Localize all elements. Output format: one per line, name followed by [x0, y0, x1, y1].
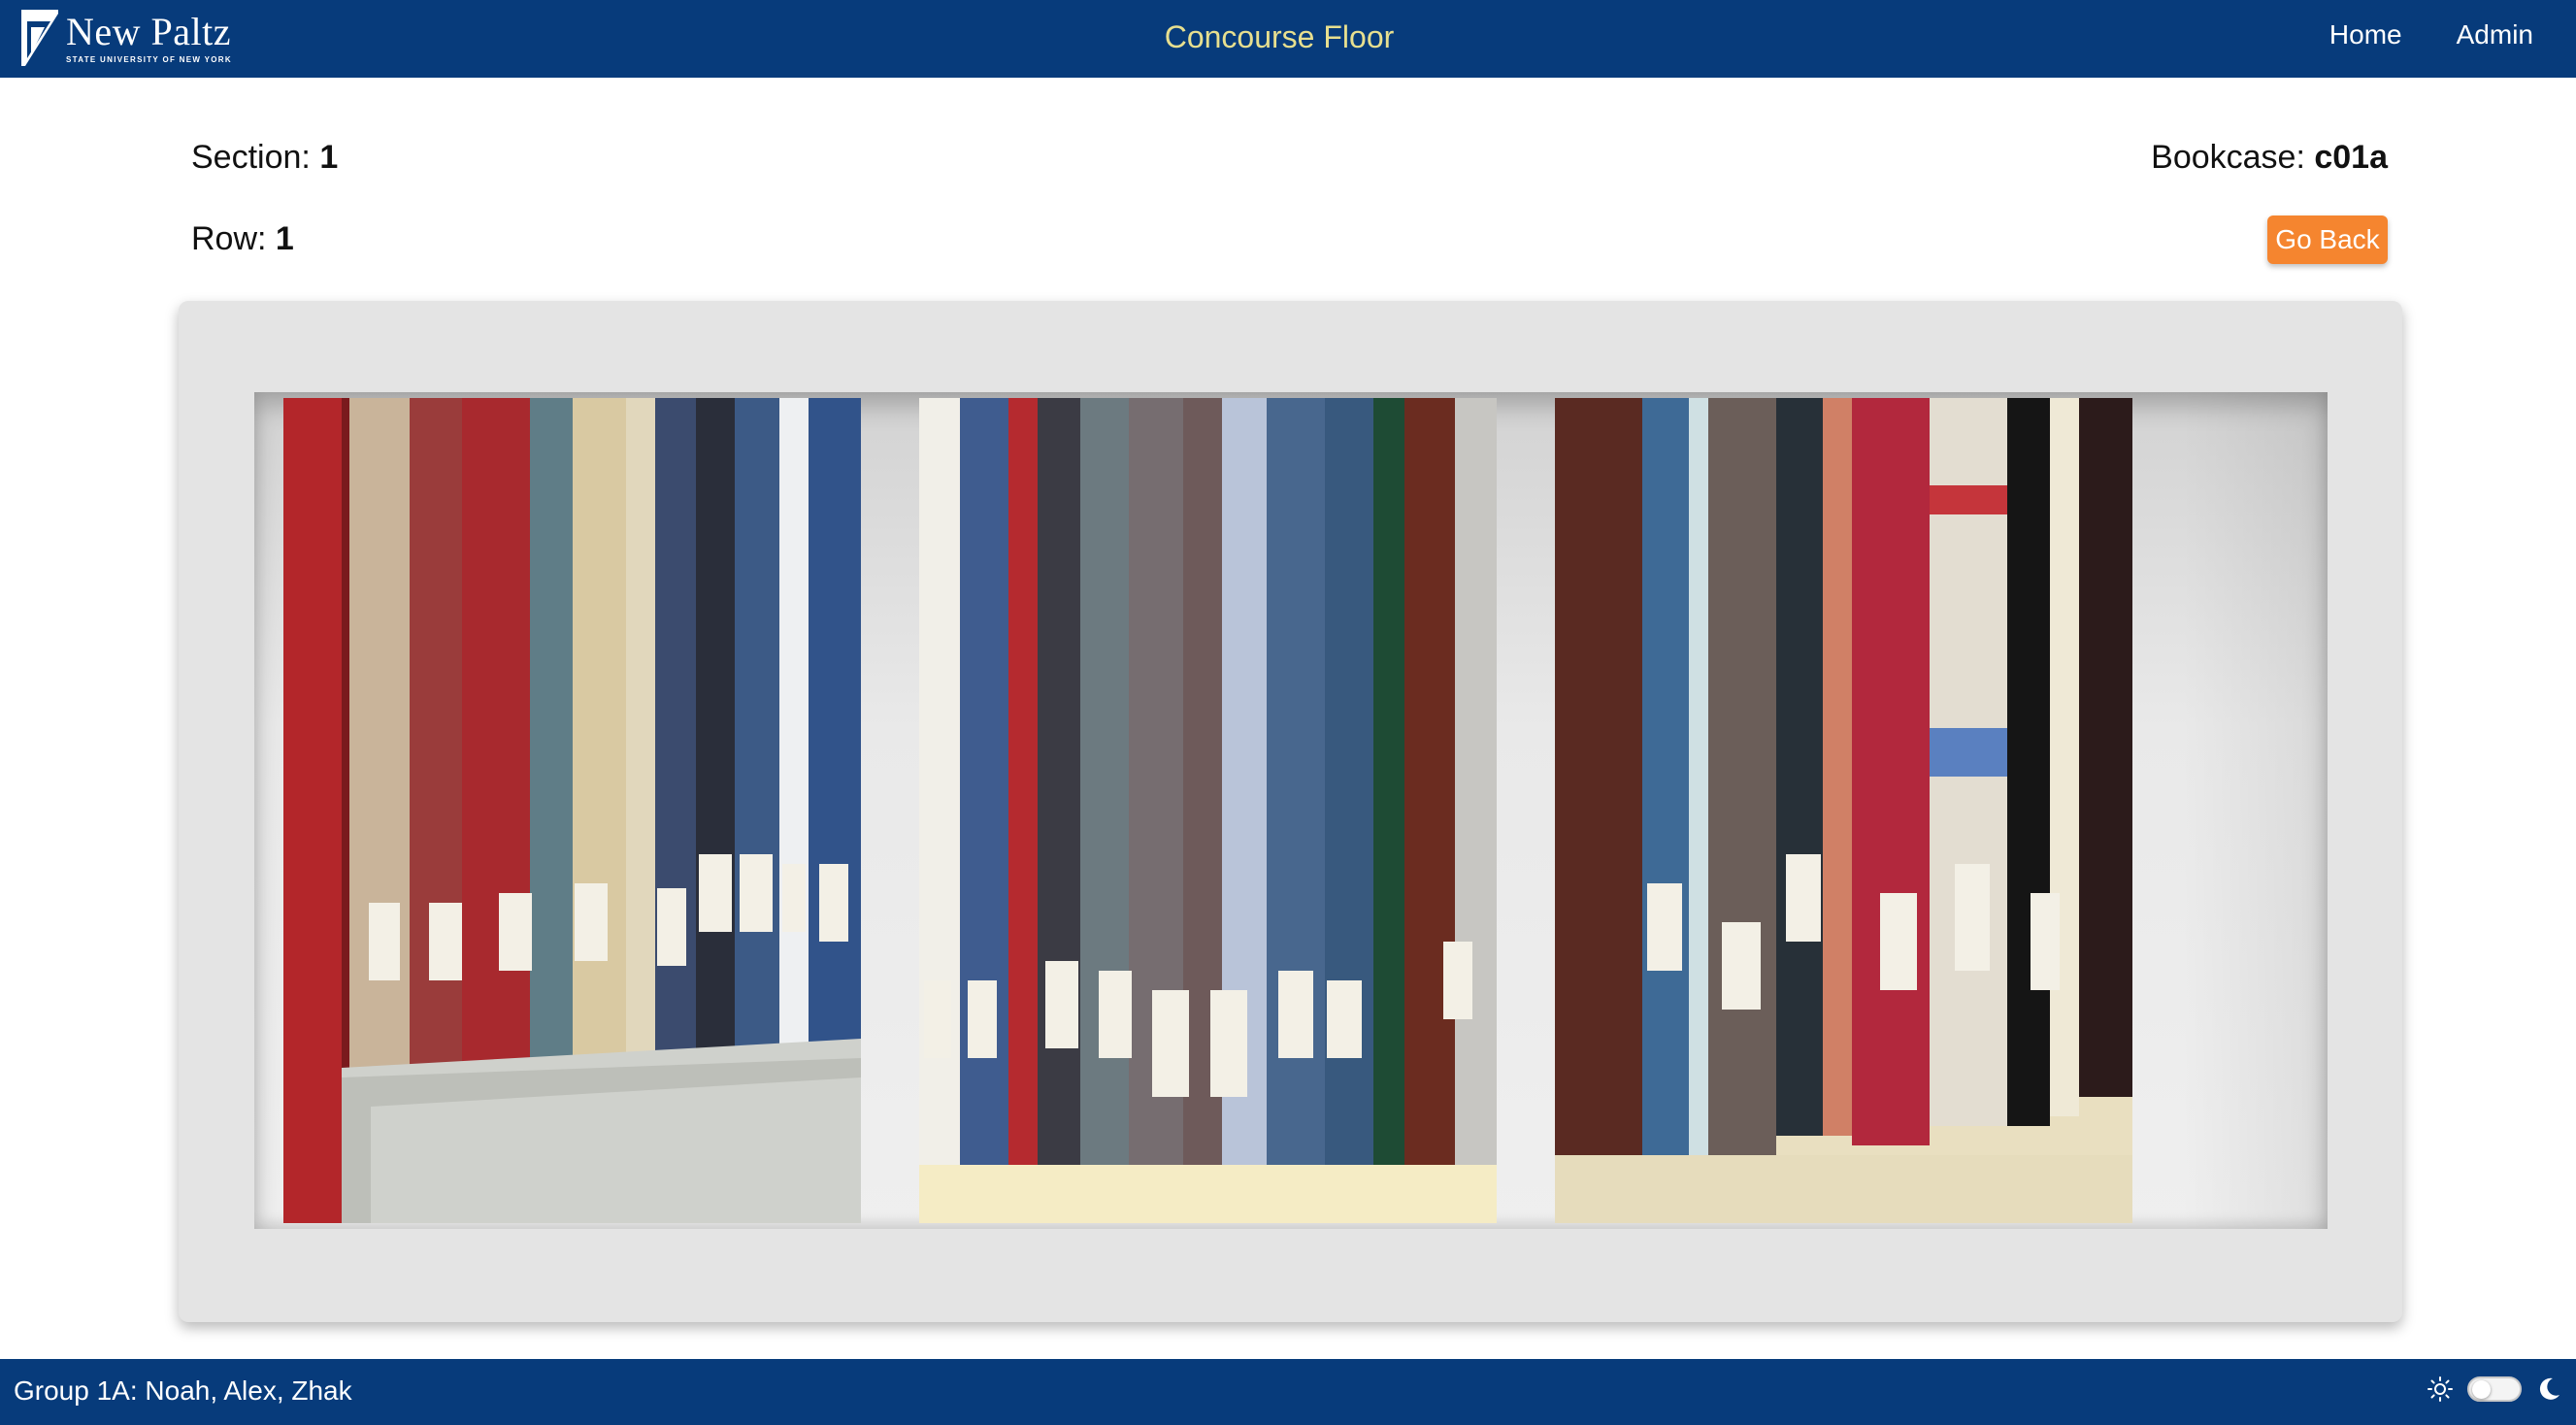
- nav-admin-link[interactable]: Admin: [2457, 19, 2533, 50]
- bookcase-value: c01a: [2314, 139, 2388, 176]
- moon-icon: [2539, 1377, 2559, 1400]
- page-title: Concourse Floor: [1164, 19, 1395, 54]
- shelf-photo-1[interactable]: [283, 398, 861, 1223]
- top-navbar: New Paltz STATE UNIVERSITY OF NEW YORK C…: [0, 0, 2576, 78]
- go-back-button[interactable]: Go Back: [2267, 215, 2388, 264]
- bookcase-label: Bookcase:: [2151, 139, 2315, 176]
- row-value: 1: [275, 220, 294, 257]
- bookcase-info: Bookcase: c01a: [2151, 139, 2388, 177]
- section-info: Section: 1: [191, 139, 338, 177]
- shelf-photo-3[interactable]: [1555, 398, 2132, 1223]
- theme-toggle[interactable]: [2427, 1375, 2562, 1403]
- theme-switch-knob: [2472, 1380, 2491, 1399]
- section-value: 1: [319, 139, 339, 176]
- footer-credits: Group 1A: Noah, Alex, Zhak: [14, 1375, 352, 1406]
- main-nav: Home Admin: [2329, 19, 2533, 50]
- nav-home-link[interactable]: Home: [2329, 19, 2402, 50]
- row-info: Row: 1: [191, 220, 294, 258]
- footer-bar: Group 1A: Noah, Alex, Zhak: [0, 1359, 2576, 1425]
- section-label: Section:: [191, 139, 320, 176]
- row-label: Row:: [191, 220, 276, 257]
- logo-subtitle: STATE UNIVERSITY OF NEW YORK: [66, 54, 232, 64]
- theme-switch[interactable]: [2467, 1376, 2522, 1402]
- shelf-photo-2[interactable]: [919, 398, 1497, 1223]
- sun-icon: [2427, 1376, 2453, 1402]
